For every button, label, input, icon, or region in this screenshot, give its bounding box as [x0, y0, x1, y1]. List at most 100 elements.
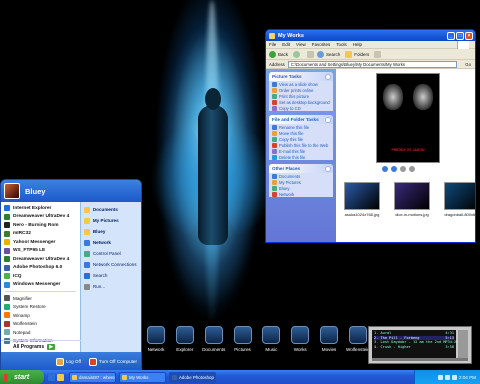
- seek-bar[interactable]: [372, 358, 468, 361]
- picture-tasks-header[interactable]: Picture Tasks: [269, 72, 333, 81]
- start-button[interactable]: start: [0, 370, 44, 384]
- back-button[interactable]: Back: [269, 50, 288, 58]
- task-set-as-desktop-background[interactable]: Set as desktop background: [269, 99, 333, 105]
- collapse-chevron-icon[interactable]: [325, 73, 331, 80]
- explorer-title-bar[interactable]: My Works _ □ ×: [266, 30, 475, 41]
- playlist[interactable]: 1. Aural 4:31 2. The Pill - Forbeng 5:13 3. …: [372, 330, 458, 358]
- menu-favorites[interactable]: Favorites: [312, 42, 331, 47]
- tray-icon[interactable]: [444, 374, 450, 380]
- program-label: mIRC32: [13, 231, 31, 237]
- thumbnail-item[interactable]: dragonball-800x600: [440, 182, 475, 217]
- window-icon: [72, 374, 77, 380]
- address-bar: Address C:\Documents and Settings\Bluey\…: [266, 60, 475, 69]
- taskbar-button-my-works[interactable]: My Works: [119, 371, 166, 383]
- pictures-icon: [233, 326, 252, 344]
- playlist-track[interactable]: 4. Crush - Higher 3:58: [374, 345, 454, 350]
- place-item-network[interactable]: Network: [81, 237, 141, 248]
- menu-edit[interactable]: Edit: [282, 42, 290, 47]
- delete-icon[interactable]: [409, 166, 415, 172]
- address-input[interactable]: C:\Documents and Settings\Bluey\My Docum…: [287, 60, 457, 68]
- minimize-button[interactable]: _: [447, 31, 455, 40]
- program-item-winamp[interactable]: Winamp: [1, 311, 80, 320]
- collapse-chevron-icon[interactable]: [325, 116, 331, 123]
- collapse-chevron-icon[interactable]: [325, 165, 331, 172]
- place-item-my-pictures[interactable]: My Pictures: [81, 215, 141, 226]
- dock-item-movies[interactable]: Movies: [315, 326, 343, 366]
- turn-off-button[interactable]: Turn Off Computer: [88, 357, 137, 366]
- program-item-internet-explorer[interactable]: Internet Explorer: [1, 204, 80, 213]
- place-item-control-panel[interactable]: Control Panel: [81, 248, 141, 259]
- task-network[interactable]: Network: [269, 191, 333, 197]
- all-programs-button[interactable]: All Programs ▶: [1, 340, 81, 352]
- image-preview[interactable]: FREDDY VS JASON: [376, 73, 440, 163]
- task-delete-this-file[interactable]: Delete this file: [269, 154, 333, 160]
- start-menu[interactable]: Bluey Internet Explorer Dreamweaver Ultra…: [0, 179, 142, 371]
- program-item-yahoo-messenger[interactable]: Yahoo! Messenger: [1, 238, 80, 247]
- window-title: My Works: [278, 32, 304, 39]
- menu-view[interactable]: View: [296, 42, 306, 47]
- order-prints-online-icon: [272, 87, 277, 93]
- dock-item-explorer[interactable]: Explorer: [171, 326, 199, 366]
- go-button[interactable]: Go: [465, 62, 471, 67]
- taskbar-button-label: Adobe Photoshop: [179, 374, 214, 380]
- divider: [5, 291, 76, 292]
- thumbnail-item[interactable]: dice-in-motions.jpg: [390, 182, 434, 217]
- program-item-mirc32[interactable]: mIRC32: [1, 230, 80, 239]
- dock-label: Pictures: [234, 347, 251, 352]
- place-item-documents[interactable]: Documents: [81, 204, 141, 215]
- program-item-windows-messenger[interactable]: Windows Messenger: [1, 281, 80, 290]
- maximize-button[interactable]: □: [456, 31, 464, 40]
- view-as-a-slide-show-icon: [272, 81, 277, 87]
- file-tasks-header[interactable]: File and Folder Tasks: [269, 115, 333, 124]
- task-publish-this-file-to-the-web[interactable]: Publish this file to the Web: [269, 142, 333, 148]
- explorer-window[interactable]: My Works _ □ × File Edit View Favorites …: [265, 29, 476, 243]
- program-item-dreamweaver-ultradev-4[interactable]: Dreamweaver UltraDev 4: [1, 255, 80, 264]
- dock-item-music[interactable]: Music: [257, 326, 285, 366]
- menu-help[interactable]: Help: [353, 42, 362, 47]
- avatar[interactable]: [4, 183, 20, 199]
- program-item-dreamweaver-ultradev-4[interactable]: Dreamweaver UltraDev 4: [1, 213, 80, 222]
- internet-explorer-icon[interactable]: [48, 373, 55, 381]
- views-icon[interactable]: [374, 50, 382, 58]
- menu-tools[interactable]: Tools: [336, 42, 347, 47]
- close-button[interactable]: ×: [465, 31, 473, 40]
- taskbar-button-adobe-photoshop[interactable]: Adobe Photoshop: [169, 371, 216, 383]
- thumbnail-item[interactable]: asuka1024x768.jpg: [340, 182, 384, 217]
- dock-item-pictures[interactable]: Pictures: [229, 326, 257, 366]
- dock-item-works[interactable]: Works: [286, 326, 314, 366]
- program-item-nero-burning-rom[interactable]: Nero - Burning Rom: [1, 221, 80, 230]
- folders-button[interactable]: Folders: [345, 50, 369, 58]
- next-image-icon[interactable]: [391, 166, 397, 172]
- tray-icon[interactable]: [437, 374, 443, 380]
- taskbar-button-dsmaint87-where[interactable]: dsmaint87 : where ...: [69, 371, 116, 383]
- taskbar-button-label: dsmaint87 : where ...: [79, 374, 116, 380]
- program-item-magnifier[interactable]: Magnifier: [1, 294, 80, 303]
- player-controls[interactable]: [458, 330, 468, 358]
- place-item-network-connections[interactable]: Network Connections: [81, 259, 141, 270]
- place-item-run[interactable]: Run...: [81, 281, 141, 292]
- program-item-system-restore[interactable]: System Restore: [1, 303, 80, 312]
- place-item-bluey[interactable]: Bluey: [81, 226, 141, 237]
- dock-item-documents[interactable]: Documents: [200, 326, 228, 366]
- rotate-icon[interactable]: [400, 166, 406, 172]
- place-item-search[interactable]: Search: [81, 270, 141, 281]
- program-item-wolfenstein[interactable]: Wolfenstein: [1, 320, 80, 329]
- program-item-notepad[interactable]: Notepad: [1, 328, 80, 337]
- dreamweaver-ultradev-4-icon: [4, 213, 10, 220]
- other-places-header[interactable]: Other Places: [269, 164, 333, 173]
- program-item-adobe-photoshop-6-0[interactable]: Adobe Photoshop 6.0: [1, 264, 80, 273]
- dock-label: Wolfenstein: [345, 347, 370, 352]
- forward-button[interactable]: [293, 50, 302, 58]
- dock-item-network[interactable]: Network: [142, 326, 170, 366]
- previous-image-icon[interactable]: [382, 166, 388, 172]
- search-button[interactable]: Search: [317, 50, 340, 58]
- show-desktop-icon[interactable]: [57, 373, 64, 381]
- program-item-ws-ftp95-le[interactable]: WS_FTP95 LE: [1, 247, 80, 256]
- program-item-icq[interactable]: ICQ: [1, 272, 80, 281]
- media-player[interactable]: 1. Aural 4:31 2. The Pill - Forbeng 5:13 3. …: [368, 326, 472, 364]
- volume-icon[interactable]: [451, 374, 457, 380]
- menu-file[interactable]: File: [269, 42, 276, 47]
- up-folder-icon[interactable]: [307, 50, 315, 58]
- task-copy-to-cd[interactable]: Copy to CD: [269, 105, 333, 111]
- log-off-button[interactable]: Log Off: [55, 357, 81, 366]
